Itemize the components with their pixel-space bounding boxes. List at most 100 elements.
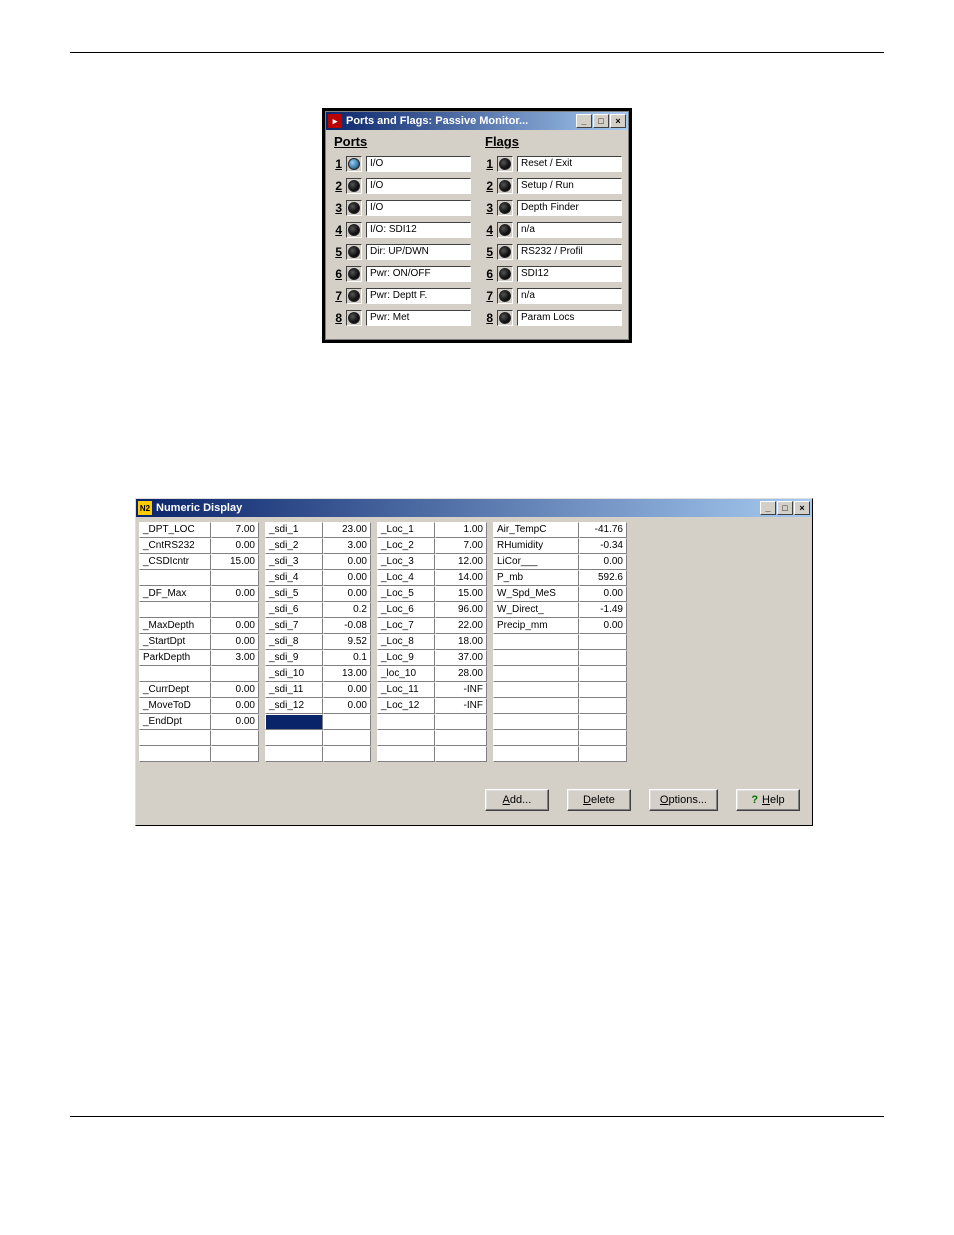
- nd-name-cell[interactable]: [139, 730, 211, 746]
- nd-name-cell[interactable]: [265, 730, 323, 746]
- nd-value-cell[interactable]: [579, 698, 627, 714]
- nd-value-cell[interactable]: -0.08: [323, 618, 371, 634]
- nd-value-cell[interactable]: 22.00: [435, 618, 487, 634]
- nd-value-cell[interactable]: 3.00: [211, 650, 259, 666]
- nd-value-cell[interactable]: 15.00: [211, 554, 259, 570]
- port-label-field[interactable]: Pwr: ON/OFF: [366, 266, 471, 282]
- nd-name-cell[interactable]: _sdi_7: [265, 618, 323, 634]
- nd-value-cell[interactable]: [211, 730, 259, 746]
- flag-number[interactable]: 8: [483, 311, 493, 325]
- port-number[interactable]: 4: [332, 223, 342, 237]
- nd-name-cell[interactable]: [377, 714, 435, 730]
- flag-number[interactable]: 3: [483, 201, 493, 215]
- flag-led[interactable]: [497, 288, 513, 304]
- nd-name-cell[interactable]: _Loc_2: [377, 538, 435, 554]
- nd-value-cell[interactable]: 0.00: [579, 554, 627, 570]
- nd-value-cell[interactable]: 14.00: [435, 570, 487, 586]
- nd-minimize-button[interactable]: _: [760, 501, 776, 515]
- nd-name-cell[interactable]: [493, 698, 579, 714]
- nd-value-cell[interactable]: 9.52: [323, 634, 371, 650]
- nd-value-cell[interactable]: 0.00: [211, 538, 259, 554]
- flag-number[interactable]: 6: [483, 267, 493, 281]
- nd-value-cell[interactable]: 0.00: [323, 682, 371, 698]
- nd-value-cell[interactable]: [579, 666, 627, 682]
- close-button[interactable]: ×: [610, 114, 626, 128]
- nd-name-cell[interactable]: _Loc_9: [377, 650, 435, 666]
- nd-value-cell[interactable]: -1.49: [579, 602, 627, 618]
- flag-number[interactable]: 4: [483, 223, 493, 237]
- flag-led[interactable]: [497, 244, 513, 260]
- nd-name-cell[interactable]: _sdi_1: [265, 522, 323, 538]
- nd-name-cell[interactable]: [493, 682, 579, 698]
- nd-name-cell[interactable]: _Loc_3: [377, 554, 435, 570]
- nd-maximize-button[interactable]: □: [777, 501, 793, 515]
- port-led[interactable]: [346, 222, 362, 238]
- nd-value-cell[interactable]: [211, 602, 259, 618]
- nd-name-cell[interactable]: _sdi_5: [265, 586, 323, 602]
- nd-name-cell[interactable]: _CSDIcntr: [139, 554, 211, 570]
- nd-name-cell[interactable]: [265, 714, 323, 730]
- nd-name-cell[interactable]: _loc_10: [377, 666, 435, 682]
- nd-name-cell[interactable]: Air_TempC: [493, 522, 579, 538]
- nd-value-cell[interactable]: 0.00: [323, 570, 371, 586]
- nd-name-cell[interactable]: P_mb: [493, 570, 579, 586]
- nd-value-cell[interactable]: [579, 714, 627, 730]
- nd-value-cell[interactable]: 0.00: [211, 698, 259, 714]
- nd-name-cell[interactable]: _StartDpt: [139, 634, 211, 650]
- nd-value-cell[interactable]: 0.00: [211, 714, 259, 730]
- delete-button[interactable]: Delete: [567, 789, 631, 811]
- nd-name-cell[interactable]: [493, 746, 579, 762]
- nd-name-cell[interactable]: [493, 650, 579, 666]
- flag-number[interactable]: 2: [483, 179, 493, 193]
- help-button[interactable]: ?Help: [736, 789, 800, 811]
- nd-name-cell[interactable]: _sdi_9: [265, 650, 323, 666]
- nd-value-cell[interactable]: -0.34: [579, 538, 627, 554]
- nd-value-cell[interactable]: 0.00: [211, 682, 259, 698]
- port-number[interactable]: 3: [332, 201, 342, 215]
- nd-name-cell[interactable]: _Loc_11: [377, 682, 435, 698]
- port-label-field[interactable]: I/O: SDI12: [366, 222, 471, 238]
- port-number[interactable]: 1: [332, 157, 342, 171]
- flag-number[interactable]: 5: [483, 245, 493, 259]
- nd-value-cell[interactable]: 28.00: [435, 666, 487, 682]
- nd-value-cell[interactable]: 3.00: [323, 538, 371, 554]
- nd-value-cell[interactable]: 18.00: [435, 634, 487, 650]
- add-button[interactable]: Add...: [485, 789, 549, 811]
- nd-name-cell[interactable]: _Loc_6: [377, 602, 435, 618]
- nd-name-cell[interactable]: _sdi_4: [265, 570, 323, 586]
- port-number[interactable]: 5: [332, 245, 342, 259]
- port-led[interactable]: [346, 156, 362, 172]
- nd-value-cell[interactable]: 0.1: [323, 650, 371, 666]
- flag-led[interactable]: [497, 178, 513, 194]
- nd-value-cell[interactable]: 0.00: [579, 618, 627, 634]
- nd-value-cell[interactable]: [435, 730, 487, 746]
- nd-value-cell[interactable]: 7.00: [435, 538, 487, 554]
- nd-name-cell[interactable]: _Loc_5: [377, 586, 435, 602]
- nd-value-cell[interactable]: -INF: [435, 698, 487, 714]
- nd-close-button[interactable]: ×: [794, 501, 810, 515]
- flag-number[interactable]: 7: [483, 289, 493, 303]
- nd-value-cell[interactable]: 7.00: [211, 522, 259, 538]
- port-led[interactable]: [346, 310, 362, 326]
- flag-led[interactable]: [497, 222, 513, 238]
- flag-number[interactable]: 1: [483, 157, 493, 171]
- nd-name-cell[interactable]: _Loc_8: [377, 634, 435, 650]
- nd-value-cell[interactable]: [579, 682, 627, 698]
- flag-label-field[interactable]: Setup / Run: [517, 178, 622, 194]
- nd-name-cell[interactable]: _Loc_7: [377, 618, 435, 634]
- nd-value-cell[interactable]: [323, 746, 371, 762]
- nd-name-cell[interactable]: [493, 666, 579, 682]
- nd-value-cell[interactable]: [323, 714, 371, 730]
- numeric-display-titlebar[interactable]: N2 Numeric Display _ □ ×: [136, 499, 812, 517]
- nd-name-cell[interactable]: [139, 570, 211, 586]
- nd-value-cell[interactable]: 0.00: [323, 698, 371, 714]
- nd-value-cell[interactable]: 0.00: [579, 586, 627, 602]
- nd-name-cell[interactable]: W_Direct_: [493, 602, 579, 618]
- nd-value-cell[interactable]: 12.00: [435, 554, 487, 570]
- nd-name-cell[interactable]: _Loc_12: [377, 698, 435, 714]
- nd-name-cell[interactable]: _MoveToD: [139, 698, 211, 714]
- flag-label-field[interactable]: Param Locs: [517, 310, 622, 326]
- nd-value-cell[interactable]: [579, 634, 627, 650]
- nd-value-cell[interactable]: [435, 714, 487, 730]
- nd-name-cell[interactable]: _sdi_2: [265, 538, 323, 554]
